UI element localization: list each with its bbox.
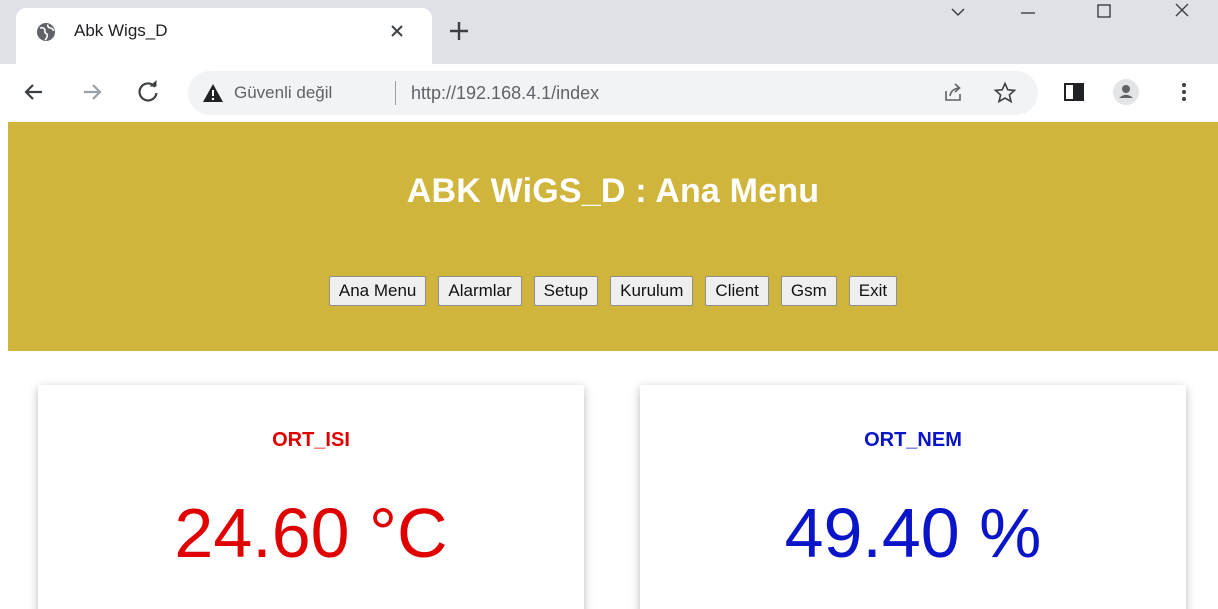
temperature-label: ORT_ISI xyxy=(272,429,350,451)
humidity-card: ORT_NEM 49.40 % xyxy=(640,385,1186,609)
maximize-icon[interactable] xyxy=(1082,0,1126,30)
share-icon[interactable] xyxy=(941,81,965,105)
tab-search-chevron-icon[interactable] xyxy=(936,0,980,30)
back-arrow-icon[interactable] xyxy=(20,78,48,106)
page-title: ABK WiGS_D : Ana Menu xyxy=(406,172,820,210)
forward-arrow-icon[interactable] xyxy=(78,78,106,106)
temperature-value: 24.60 °C xyxy=(174,494,448,572)
side-panel-icon[interactable] xyxy=(1060,78,1088,106)
new-tab-icon[interactable] xyxy=(444,16,474,46)
close-tab-icon[interactable] xyxy=(384,18,410,44)
nav-button-exit[interactable]: Exit xyxy=(848,276,898,306)
tab-strip: Abk Wigs_D xyxy=(0,0,1218,64)
security-status[interactable]: Güvenli değil xyxy=(234,83,332,103)
url-text[interactable]: http://192.168.4.1/index xyxy=(411,83,599,104)
nav-button-gsm[interactable]: Gsm xyxy=(780,276,837,306)
humidity-label: ORT_NEM xyxy=(864,429,962,451)
omnibox-divider xyxy=(395,81,396,105)
tab-title: Abk Wigs_D xyxy=(74,21,168,40)
reload-icon[interactable] xyxy=(134,78,162,106)
minimize-icon[interactable] xyxy=(1006,0,1050,30)
main-nav: Ana Menu Alarmlar Setup Kurulum Client G… xyxy=(8,276,1218,306)
address-bar[interactable]: Güvenli değil http://192.168.4.1/index xyxy=(188,71,1038,115)
browser-toolbar: Güvenli değil http://192.168.4.1/index xyxy=(0,64,1218,120)
close-window-icon[interactable] xyxy=(1160,0,1204,30)
nav-button-ana-menu[interactable]: Ana Menu xyxy=(328,276,427,306)
more-menu-icon[interactable] xyxy=(1170,78,1198,106)
browser-tab[interactable]: Abk Wigs_D xyxy=(16,8,432,64)
nav-button-client[interactable]: Client xyxy=(705,276,769,306)
nav-button-setup[interactable]: Setup xyxy=(533,276,599,306)
humidity-value: 49.40 % xyxy=(784,494,1042,572)
bookmark-star-icon[interactable] xyxy=(993,81,1017,105)
page-content: ABK WiGS_D : Ana Menu Ana Menu Alarmlar … xyxy=(8,122,1218,609)
warning-icon xyxy=(203,84,223,102)
nav-button-kurulum[interactable]: Kurulum xyxy=(610,276,694,306)
page-header: ABK WiGS_D : Ana Menu Ana Menu Alarmlar … xyxy=(8,122,1218,351)
temperature-card: ORT_ISI 24.60 °C xyxy=(38,385,584,609)
nav-button-alarmlar[interactable]: Alarmlar xyxy=(438,276,522,306)
profile-avatar-icon[interactable] xyxy=(1112,78,1140,106)
globe-icon xyxy=(37,23,55,41)
